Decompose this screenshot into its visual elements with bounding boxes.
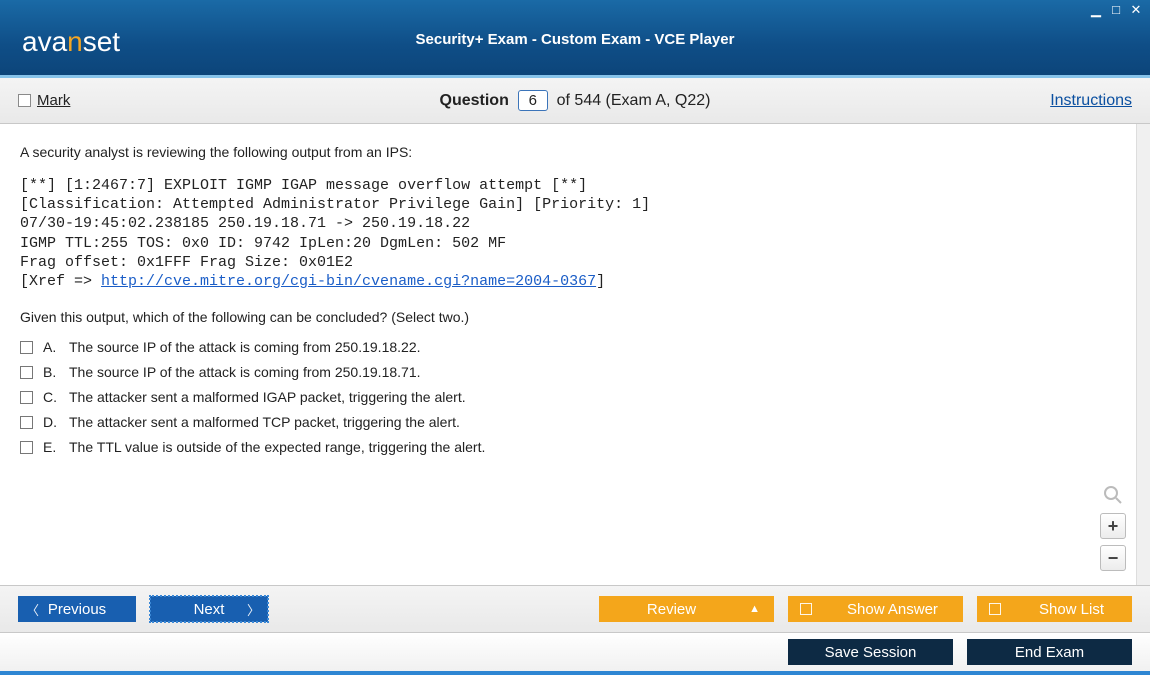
answer-row[interactable]: A. The source IP of the attack is coming… — [20, 339, 1116, 355]
save-session-button[interactable]: Save Session — [788, 639, 953, 665]
question-info-bar: Mark Question 6 of 544 (Exam A, Q22) Ins… — [0, 78, 1150, 124]
close-icon: ✕ — [1131, 2, 1142, 17]
code-line-1: [**] [1:2467:7] EXPLOIT IGMP IGAP messag… — [20, 177, 587, 194]
mark-label: Mark — [37, 92, 70, 109]
footer-accent — [0, 671, 1150, 675]
show-answer-button[interactable]: Show Answer — [788, 596, 963, 622]
xref-pre: [Xref => — [20, 273, 101, 290]
end-exam-label: End Exam — [1015, 644, 1084, 661]
xref-post: ] — [596, 273, 605, 290]
answer-row[interactable]: C. The attacker sent a malformed IGAP pa… — [20, 389, 1116, 405]
save-session-label: Save Session — [825, 644, 917, 661]
answer-row[interactable]: B. The source IP of the attack is coming… — [20, 364, 1116, 380]
question-word: Question — [440, 92, 509, 109]
answer-checkbox[interactable] — [20, 366, 33, 379]
nav-bar: 〈 Previous Next 〉 Review ▲ Show Answer S… — [0, 585, 1150, 633]
code-line-5: Frag offset: 0x1FFF Frag Size: 0x01E2 — [20, 254, 353, 271]
mark-group[interactable]: Mark — [18, 92, 70, 109]
minimize-icon: ▁ — [1091, 2, 1101, 17]
answer-letter: D. — [43, 414, 59, 430]
answer-list: A. The source IP of the attack is coming… — [20, 339, 1116, 455]
content-scroll[interactable]: A security analyst is reviewing the foll… — [0, 124, 1136, 585]
zoom-out-button[interactable]: − — [1100, 545, 1126, 571]
scrollbar[interactable] — [1136, 124, 1150, 585]
mark-checkbox[interactable] — [18, 94, 31, 107]
next-label: Next — [194, 601, 225, 618]
question-followup: Given this output, which of the followin… — [20, 309, 1116, 325]
show-answer-label: Show Answer — [847, 601, 938, 618]
zoom-controls: + − — [1100, 483, 1126, 571]
answer-checkbox[interactable] — [20, 391, 33, 404]
xref-link[interactable]: http://cve.mitre.org/cgi-bin/cvename.cgi… — [101, 273, 596, 290]
plus-icon: + — [1108, 516, 1119, 537]
window-title: Security+ Exam - Custom Exam - VCE Playe… — [0, 31, 1150, 48]
next-button[interactable]: Next 〉 — [150, 596, 268, 622]
answer-checkbox[interactable] — [20, 416, 33, 429]
session-bar: Save Session End Exam — [0, 633, 1150, 671]
review-label: Review — [647, 601, 696, 618]
question-number-box[interactable]: 6 — [518, 90, 548, 111]
previous-button[interactable]: 〈 Previous — [18, 596, 136, 622]
chevron-right-icon: 〉 — [247, 600, 260, 619]
minus-icon: − — [1108, 548, 1119, 569]
question-position: Question 6 of 544 (Exam A, Q22) — [0, 90, 1150, 111]
answer-checkbox[interactable] — [20, 341, 33, 354]
content-area: A security analyst is reviewing the foll… — [0, 124, 1150, 585]
answer-letter: A. — [43, 339, 59, 355]
show-list-label: Show List — [1039, 601, 1104, 618]
answer-letter: E. — [43, 439, 59, 455]
answer-text: The source IP of the attack is coming fr… — [69, 339, 1116, 355]
code-line-4: IGMP TTL:255 TOS: 0x0 ID: 9742 IpLen:20 … — [20, 235, 506, 252]
show-list-button[interactable]: Show List — [977, 596, 1132, 622]
answer-text: The source IP of the attack is coming fr… — [69, 364, 1116, 380]
zoom-in-button[interactable]: + — [1100, 513, 1126, 539]
question-prompt: A security analyst is reviewing the foll… — [20, 144, 1116, 160]
answer-text: The attacker sent a malformed IGAP packe… — [69, 389, 1116, 405]
code-line-3: 07/30-19:45:02.238185 250.19.18.71 -> 25… — [20, 215, 470, 232]
answer-text: The attacker sent a malformed TCP packet… — [69, 414, 1116, 430]
answer-letter: C. — [43, 389, 59, 405]
maximize-icon: □ — [1112, 2, 1120, 17]
close-button[interactable]: ✕ — [1128, 2, 1144, 16]
question-suffix: of 544 (Exam A, Q22) — [557, 92, 711, 109]
chevron-left-icon: 〈 — [26, 600, 39, 619]
previous-label: Previous — [48, 601, 106, 618]
instructions-link[interactable]: Instructions — [1050, 92, 1132, 110]
answer-checkbox[interactable] — [20, 441, 33, 454]
search-icon[interactable] — [1101, 483, 1125, 507]
show-list-checkbox[interactable] — [989, 603, 1001, 615]
maximize-button[interactable]: □ — [1108, 2, 1124, 16]
answer-text: The TTL value is outside of the expected… — [69, 439, 1116, 455]
ips-output: [**] [1:2467:7] EXPLOIT IGMP IGAP messag… — [20, 176, 1116, 291]
title-bar: avanset Security+ Exam - Custom Exam - V… — [0, 0, 1150, 78]
code-line-2: [Classification: Attempted Administrator… — [20, 196, 650, 213]
show-answer-checkbox[interactable] — [800, 603, 812, 615]
minimize-button[interactable]: ▁ — [1088, 2, 1104, 16]
answer-row[interactable]: D. The attacker sent a malformed TCP pac… — [20, 414, 1116, 430]
review-button[interactable]: Review ▲ — [599, 596, 774, 622]
triangle-up-icon: ▲ — [749, 603, 760, 615]
window-controls: ▁ □ ✕ — [1088, 2, 1144, 16]
end-exam-button[interactable]: End Exam — [967, 639, 1132, 665]
answer-letter: B. — [43, 364, 59, 380]
app-window: avanset Security+ Exam - Custom Exam - V… — [0, 0, 1150, 675]
answer-row[interactable]: E. The TTL value is outside of the expec… — [20, 439, 1116, 455]
